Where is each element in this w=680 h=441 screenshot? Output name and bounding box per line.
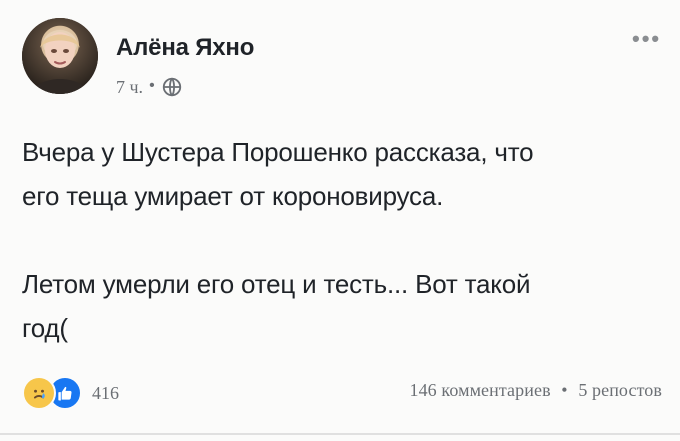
post-paragraph-1: Вчера у Шустера Порошенко рассказа, что … [22,130,647,218]
reactions-count: 416 [92,382,119,403]
post-content: Вчера у Шустера Порошенко рассказа, что … [22,130,647,350]
post-footer: 416 146 комментариев • 5 репостов [22,376,662,410]
meta-separator: • [149,77,155,94]
reactions-summary[interactable]: 416 [22,376,119,410]
stats-separator: • [561,380,568,400]
comments-count[interactable]: 146 комментариев [409,380,550,400]
facebook-post: Алёна Яхно 7 ч. • ••• Вчера у Шустера По… [0,0,680,441]
post-line: Вчера у Шустера Порошенко рассказа, что [22,137,534,167]
post-line: Летом умерли его отец и тесть... Вот так… [22,269,531,299]
post-stats: 146 комментариев • 5 репостов [409,380,662,401]
post-paragraph-2: Летом умерли его отец и тесть... Вот так… [22,262,647,350]
post-meta: 7 ч. • [116,76,183,98]
shares-count[interactable]: 5 репостов [578,380,662,400]
post-header: Алёна Яхно 7 ч. • ••• [22,18,662,98]
sad-reaction-icon [22,376,56,410]
avatar[interactable] [22,18,98,94]
more-horizontal-icon[interactable]: ••• [632,26,661,52]
post-time[interactable]: 7 ч. [116,77,143,98]
globe-icon[interactable] [161,76,183,98]
post-line: его теща умирает от короновируса. [22,181,444,211]
post-line: год( [22,313,68,343]
bottom-divider [0,433,680,435]
author-name[interactable]: Алёна Яхно [116,34,254,62]
